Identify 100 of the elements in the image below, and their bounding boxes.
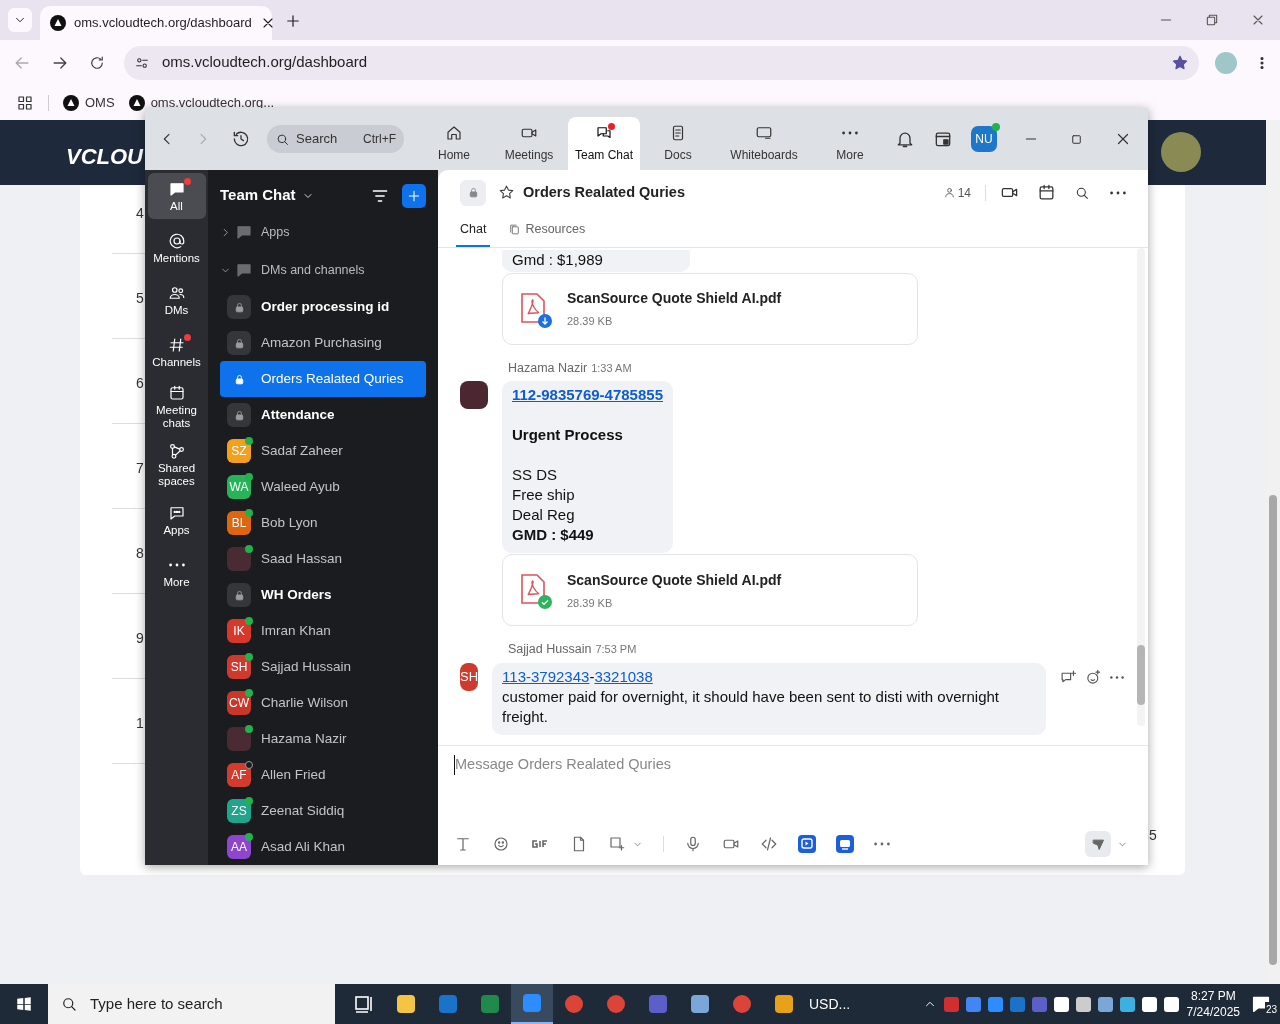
emoji-icon[interactable] bbox=[492, 835, 510, 853]
clock-time[interactable]: 8:27 PM bbox=[1190, 988, 1236, 1004]
rail-item[interactable]: More bbox=[147, 549, 206, 595]
conversation-item[interactable]: Hazama Nazir bbox=[220, 721, 426, 757]
shortcut-hint: Ctrl+F bbox=[363, 131, 396, 148]
tray-app-icon[interactable] bbox=[1053, 996, 1069, 1012]
conversation-item[interactable]: Orders Realated Quries bbox=[220, 361, 426, 397]
conversation-item[interactable]: BL Bob Lyon bbox=[220, 505, 426, 541]
row-number: 4 bbox=[136, 204, 144, 223]
nav-tab[interactable]: Meetings bbox=[490, 117, 568, 170]
rail-item[interactable]: Mentions bbox=[147, 225, 206, 271]
nav-tab[interactable]: Whiteboards bbox=[716, 117, 812, 170]
taskbar-app-label[interactable]: USD... bbox=[809, 993, 851, 1015]
rail-item[interactable]: Channels bbox=[147, 329, 206, 375]
sidebar-title[interactable]: Team Chat bbox=[220, 184, 296, 207]
avatar: BL bbox=[227, 511, 251, 535]
conversation-item[interactable]: Amazon Purchasing bbox=[220, 325, 426, 361]
conversation-item[interactable]: AA Asad Ali Khan bbox=[220, 829, 426, 865]
clock-date[interactable]: 7/24/2025 bbox=[1186, 1004, 1240, 1020]
windows-start-icon[interactable] bbox=[15, 995, 33, 1013]
file-attachment-card[interactable]: ScanSource Quote Shield AI.pdf 28.39 KB bbox=[502, 272, 918, 345]
search-placeholder: Search bbox=[296, 130, 339, 149]
tray-app-icon[interactable] bbox=[1119, 996, 1135, 1012]
order-link[interactable]: 3321038 bbox=[594, 667, 653, 687]
send-button[interactable] bbox=[1085, 831, 1111, 857]
conversation-item[interactable]: ZS Zeenat Siddiq bbox=[220, 793, 426, 829]
conversation-item[interactable]: SZ Sadaf Zaheer bbox=[220, 433, 426, 469]
message-time: 7:53 PM bbox=[595, 642, 637, 658]
more-dots-icon bbox=[168, 562, 185, 567]
tray-app-icon[interactable] bbox=[1163, 996, 1179, 1012]
row-number: 8 bbox=[136, 544, 144, 563]
more-dots-icon[interactable] bbox=[1110, 190, 1126, 195]
more-dots-icon[interactable] bbox=[874, 842, 890, 846]
browser-tab[interactable]: oms.vcloudtech.org/dashboard bbox=[40, 6, 272, 40]
site-logo[interactable]: VCLOU bbox=[66, 140, 143, 173]
rail-item[interactable]: Shared spaces bbox=[147, 439, 206, 491]
message-text: GMD : $449 bbox=[512, 525, 595, 546]
history-icon[interactable] bbox=[231, 129, 251, 149]
conversation-item[interactable]: Order processing id bbox=[220, 289, 426, 325]
new-tab-plus-icon[interactable] bbox=[284, 12, 302, 30]
conversation-item[interactable]: SH Sajjad Hussain bbox=[220, 649, 426, 685]
sender-name[interactable]: Sajjad Hussain bbox=[508, 640, 592, 659]
add-reaction-icon[interactable] bbox=[1085, 669, 1103, 686]
file-size: 28.39 KB bbox=[567, 595, 614, 611]
more-dots-icon[interactable] bbox=[1110, 676, 1125, 679]
sender-name[interactable]: Hazama Nazir bbox=[508, 358, 588, 378]
rail-item[interactable]: Meeting chats bbox=[147, 381, 206, 433]
task-view-icon bbox=[353, 993, 375, 1015]
nav-tab[interactable]: More bbox=[812, 117, 888, 170]
file-attachment-card[interactable]: ScanSource Quote Shield AI.pdf 28.39 KB bbox=[502, 554, 918, 627]
chat-tab[interactable]: Chat bbox=[456, 214, 491, 247]
message-input[interactable]: Message Orders Realated Quries bbox=[454, 746, 1132, 827]
rail-item[interactable]: DMs bbox=[147, 277, 206, 323]
restore-icon[interactable] bbox=[1204, 12, 1220, 28]
taskbar-search-field[interactable]: Type here to search bbox=[48, 984, 335, 1024]
conversation-item[interactable]: Saad Hassan bbox=[220, 541, 426, 577]
microphone-icon[interactable] bbox=[684, 835, 702, 853]
conversation-item[interactable]: WH Orders bbox=[220, 577, 426, 613]
app-icon[interactable] bbox=[798, 835, 816, 853]
nav-tab[interactable]: Home bbox=[418, 117, 490, 170]
taskbar-app[interactable] bbox=[511, 984, 553, 1024]
row-number: 5 bbox=[136, 289, 144, 308]
text-format-icon[interactable] bbox=[454, 835, 472, 853]
bookmark[interactable]: oms.vcloudtech.org... bbox=[128, 92, 275, 113]
conversation-item[interactable]: WA Waleed Ayub bbox=[220, 469, 426, 505]
conversation-item[interactable]: AF Allen Fried bbox=[220, 757, 426, 793]
section-header[interactable]: DMs and channels bbox=[220, 251, 426, 289]
order-link[interactable]: 113-3792343 bbox=[502, 667, 590, 687]
reload-icon[interactable] bbox=[88, 53, 106, 72]
bookmark-star-icon[interactable] bbox=[1171, 53, 1189, 72]
rail-item[interactable]: Apps bbox=[147, 497, 206, 543]
nav-tab[interactable]: Team Chat bbox=[568, 117, 640, 170]
address-bar[interactable]: oms.vcloudtech.org/dashboard bbox=[124, 45, 1199, 80]
code-icon[interactable] bbox=[760, 835, 778, 853]
star-icon[interactable] bbox=[498, 184, 515, 201]
tray-app-icon[interactable] bbox=[1141, 996, 1157, 1012]
conversation-item[interactable]: CW Charlie Wilson bbox=[220, 685, 426, 721]
app-icon[interactable] bbox=[836, 835, 854, 853]
bookmark[interactable]: OMS bbox=[63, 92, 115, 113]
rail-item[interactable]: All bbox=[147, 173, 206, 219]
profile-avatar[interactable]: NU bbox=[971, 126, 997, 152]
section-header[interactable]: Apps bbox=[220, 213, 426, 251]
apps-grid-icon[interactable] bbox=[16, 93, 34, 112]
conversation-item[interactable]: Attendance bbox=[220, 397, 426, 433]
screenshot-icon[interactable] bbox=[608, 835, 626, 853]
conversation-item[interactable]: IK Imran Khan bbox=[220, 613, 426, 649]
nav-tab[interactable]: Docs bbox=[640, 117, 716, 170]
search-field[interactable]: Search Ctrl+F bbox=[267, 125, 404, 153]
chat-scrollbar[interactable] bbox=[1137, 248, 1145, 726]
tray-app-icon[interactable] bbox=[1075, 996, 1091, 1012]
member-count-button[interactable]: 14 bbox=[942, 183, 971, 202]
order-link[interactable]: 112-9835769-4785855 bbox=[512, 385, 663, 406]
gif-icon[interactable] bbox=[530, 837, 550, 851]
message-text: Gmd : $1,989 bbox=[512, 249, 604, 270]
channel-title[interactable]: Orders Realated Quries bbox=[523, 181, 685, 204]
chat-tab[interactable]: Resources bbox=[504, 214, 590, 247]
calendar-icon[interactable] bbox=[1037, 183, 1056, 202]
pdf-file-icon bbox=[519, 573, 547, 606]
new-chat-button[interactable] bbox=[402, 183, 426, 208]
tray-app-icon[interactable] bbox=[1097, 996, 1113, 1012]
